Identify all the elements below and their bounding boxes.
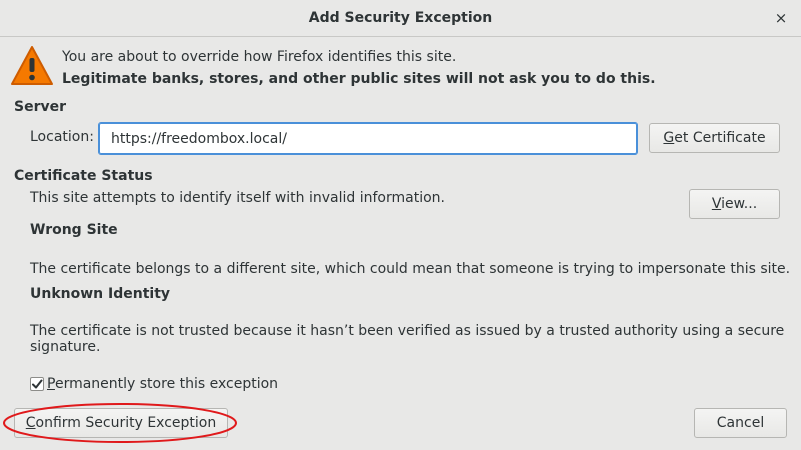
dialog-title: Add Security Exception xyxy=(308,10,493,26)
cancel-button[interactable]: Cancel xyxy=(694,408,787,438)
confirm-mnemonic: C xyxy=(25,415,36,431)
permanent-store-label-text: ermanently store this exception xyxy=(54,376,279,392)
intro-line-1: You are about to override how Firefox id… xyxy=(62,49,457,65)
view-label: iew... xyxy=(721,196,758,212)
confirm-security-exception-button[interactable]: Confirm Security Exception xyxy=(14,408,228,438)
get-certificate-button[interactable]: Get Certificate xyxy=(649,123,780,153)
confirm-label: onfirm Security Exception xyxy=(35,415,217,431)
certificate-status-heading: Certificate Status xyxy=(14,168,153,184)
close-button[interactable]: × xyxy=(771,8,791,28)
add-security-exception-dialog: Add Security Exception × You are about t… xyxy=(0,0,801,450)
unknown-identity-text: The certificate is not trusted because i… xyxy=(30,323,785,355)
permanent-store-checkbox[interactable] xyxy=(30,377,44,391)
unknown-identity-title: Unknown Identity xyxy=(30,286,171,302)
location-label: Location: xyxy=(30,129,94,145)
title-bar: Add Security Exception × xyxy=(0,0,801,37)
wrong-site-text: The certificate belongs to a different s… xyxy=(30,261,791,277)
checkmark-icon xyxy=(32,379,43,389)
get-certificate-label: et Certificate xyxy=(674,130,766,146)
wrong-site-title: Wrong Site xyxy=(30,222,118,238)
permanent-store-mnemonic: P xyxy=(47,376,55,392)
server-heading: Server xyxy=(14,99,67,115)
certificate-status-summary: This site attempts to identify itself wi… xyxy=(30,190,445,206)
get-certificate-mnemonic: G xyxy=(663,130,675,146)
intro-line-2: Legitimate banks, stores, and other publ… xyxy=(62,71,656,87)
view-mnemonic: V xyxy=(711,196,722,212)
location-input[interactable] xyxy=(98,122,638,155)
permanent-store-label[interactable]: Permanently store this exception xyxy=(47,376,278,392)
warning-triangle-icon xyxy=(11,46,53,85)
view-button[interactable]: View... xyxy=(689,189,780,219)
intro-text: You are about to override how Firefox id… xyxy=(62,46,656,90)
close-icon: × xyxy=(774,9,788,27)
